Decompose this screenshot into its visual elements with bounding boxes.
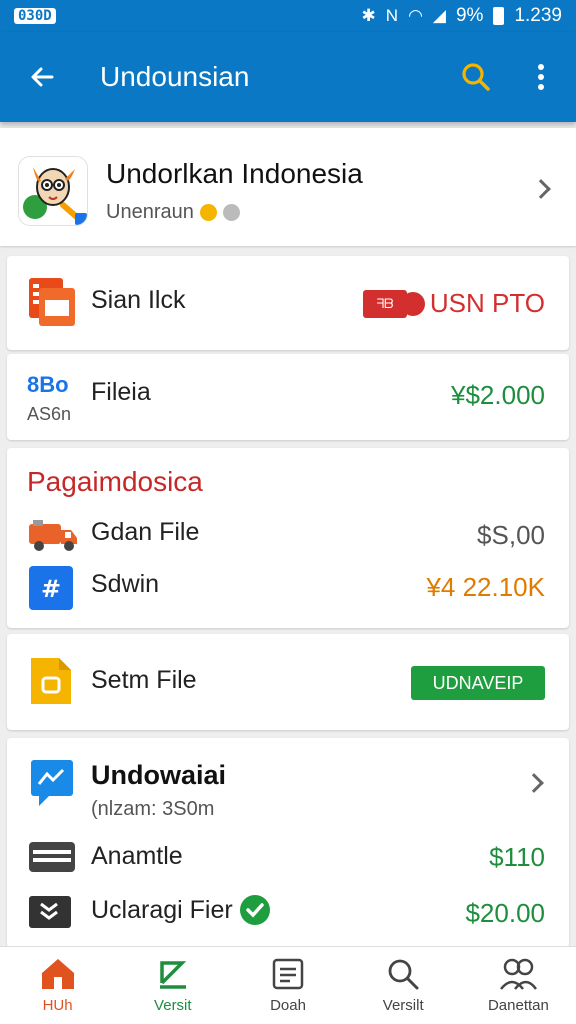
search-icon bbox=[462, 63, 490, 91]
nav-item-versi[interactable]: Versit bbox=[115, 947, 230, 1024]
bottom-navigation: HUh Versit Doah Versilt Danettan bbox=[0, 946, 576, 1024]
wifi-icon: ◠ bbox=[408, 6, 423, 25]
chat-icon bbox=[31, 760, 73, 806]
list-item[interactable]: Anamtle $110 bbox=[7, 834, 569, 884]
search-icon bbox=[388, 959, 419, 990]
app-logo bbox=[18, 156, 88, 226]
nav-label: Versilt bbox=[382, 997, 424, 1014]
nav-label: Doah bbox=[270, 997, 306, 1014]
back-button[interactable] bbox=[0, 63, 84, 91]
item-value: $20.00 bbox=[465, 898, 545, 928]
alarm-icon bbox=[401, 292, 425, 316]
bluetooth-icon: ✱ bbox=[361, 6, 376, 25]
status-bar: 030D ✱ N ◠ ◢ 9% 1.239 bbox=[0, 0, 576, 32]
svg-text:#: # bbox=[41, 575, 61, 603]
nav-item-danettan[interactable]: Danettan bbox=[461, 947, 576, 1024]
item-label: Gdan File bbox=[91, 518, 200, 546]
signal-icon: ◢ bbox=[432, 6, 446, 25]
page-title: Undounsian bbox=[100, 61, 250, 92]
document-icon bbox=[272, 958, 304, 990]
status-badge: 030D bbox=[14, 8, 56, 24]
info-icon bbox=[222, 204, 240, 221]
home-icon bbox=[41, 959, 74, 989]
hash-icon: # bbox=[29, 566, 73, 610]
icon-text-bottom: AS6n bbox=[27, 404, 72, 424]
battery-icon bbox=[493, 7, 505, 25]
header-subtitle-text: Unenraun bbox=[106, 201, 194, 223]
item-label: Uclaragi Fier bbox=[91, 896, 233, 924]
card-icon bbox=[29, 842, 75, 872]
chevron-right-icon bbox=[531, 179, 551, 199]
item-label: Setm File bbox=[91, 666, 197, 694]
chevrons-icon bbox=[29, 896, 71, 928]
list-item[interactable]: Uclaragi Fier $20.00 bbox=[7, 888, 569, 938]
nav-label: Danettan bbox=[487, 997, 549, 1014]
section-card-undowaiai: Undowaiai (nlzam: 3S0m Anamtle $110 Ucla… bbox=[7, 738, 569, 948]
slides-icon bbox=[29, 278, 75, 326]
nav-label: HUh bbox=[42, 997, 73, 1014]
search-button[interactable] bbox=[446, 61, 506, 93]
item-label: Sian Ilck bbox=[91, 286, 186, 314]
list-item[interactable]: Gdan File $S,00 bbox=[7, 512, 569, 562]
nav-item-home[interactable]: HUh bbox=[0, 947, 115, 1024]
back-arrow-icon bbox=[31, 67, 54, 87]
header-title: Undorlkan Indonesia bbox=[106, 158, 363, 189]
list-item-fileia[interactable]: 8Bo AS6n Fileia ¥$2.000 bbox=[7, 354, 569, 440]
chevron-right-icon[interactable] bbox=[524, 773, 544, 793]
header-subtitle: Unenraun bbox=[106, 201, 240, 224]
cartoon-logo-icon bbox=[19, 157, 87, 225]
app-header-card[interactable]: Undorlkan Indonesia Unenraun bbox=[0, 128, 576, 246]
nav-item-versilt[interactable]: Versilt bbox=[346, 947, 461, 1024]
nav-item-doah[interactable]: Doah bbox=[230, 947, 345, 1024]
section-title: Pagaimdosica bbox=[27, 466, 203, 497]
item-value: $110 bbox=[489, 842, 545, 872]
item-value: USN PTO bbox=[429, 288, 545, 318]
item-value: ¥4 22.10K bbox=[426, 572, 545, 602]
item-value: $S,00 bbox=[477, 520, 545, 550]
section-card-pagaimdosica: Pagaimdosica Gdan File $S,00 # Sdwin ¥4 … bbox=[7, 448, 569, 628]
icon-text-top: 8Bo bbox=[27, 372, 69, 397]
more-vert-icon bbox=[538, 64, 544, 90]
nav-label: Versit bbox=[154, 997, 192, 1014]
status-time: 1.239 bbox=[514, 5, 562, 26]
list-item-setm-file[interactable]: Setm File UDNAVEIP bbox=[7, 634, 569, 730]
app-bar: Undounsian bbox=[0, 32, 576, 122]
list-item[interactable]: # Sdwin ¥4 22.10K bbox=[7, 562, 569, 616]
status-icons: ✱ N ◠ ◢ 9% 1.239 bbox=[362, 5, 562, 27]
file-icon bbox=[31, 658, 71, 704]
people-icon bbox=[500, 958, 538, 990]
check-circle-icon bbox=[240, 895, 270, 925]
item-label: Fileia bbox=[91, 378, 151, 406]
item-value: ¥$2.000 bbox=[451, 380, 545, 410]
upgrade-button[interactable]: UDNAVEIP bbox=[411, 666, 545, 700]
edit-icon bbox=[159, 961, 187, 989]
item-label: Anamtle bbox=[91, 842, 183, 870]
battery-percent: 9% bbox=[455, 5, 484, 26]
emoji-badge-icon bbox=[199, 204, 217, 221]
truck-icon bbox=[29, 520, 77, 551]
item-label: Sdwin bbox=[91, 570, 160, 598]
more-options-button[interactable] bbox=[506, 62, 576, 92]
section-title: Undowaiai bbox=[91, 760, 227, 790]
nfc-icon: N bbox=[385, 6, 399, 25]
list-item-sian[interactable]: Sian Ilck ᖷᗷ USN PTO bbox=[7, 256, 569, 350]
section-subtitle: (nlzam: 3S0m bbox=[91, 798, 215, 820]
